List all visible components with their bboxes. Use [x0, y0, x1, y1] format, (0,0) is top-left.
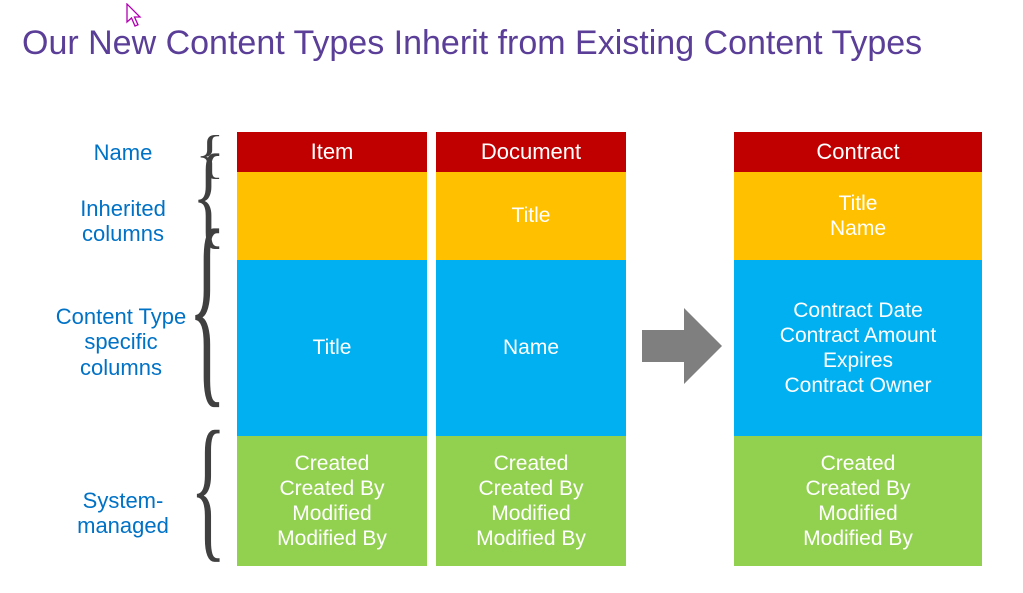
brace-icon: { [190, 408, 226, 568]
cell-text: Name [830, 216, 886, 241]
specific-cell: Contract Date Contract Amount Expires Co… [734, 260, 982, 436]
cell-text: Modified [292, 501, 371, 526]
cell-text: Modified By [803, 526, 913, 551]
system-cell: Created Created By Modified Modified By [436, 436, 626, 566]
cell-text: Created [494, 451, 569, 476]
cell-text: Contract Owner [784, 373, 931, 398]
page-title: Our New Content Types Inherit from Exist… [22, 24, 922, 63]
cell-text: Contract Date [793, 298, 923, 323]
inherited-cell: Title Name [734, 172, 982, 260]
cell-text: Modified By [476, 526, 586, 551]
row-label-text: System- [83, 488, 164, 513]
row-label-text: columns [80, 355, 162, 380]
content-type-column-contract: Contract Title Name Contract Date Contra… [734, 132, 982, 566]
cell-text: Created [821, 451, 896, 476]
cell-text: Title [839, 191, 878, 216]
cell-text: Modified By [277, 526, 387, 551]
cell-text: Title [313, 335, 352, 360]
cell-text: Document [481, 139, 581, 165]
arrow-right-icon [636, 300, 728, 392]
brace-icon: { [188, 200, 226, 416]
content-type-column-item: Item Title Created Created By Modified M… [237, 132, 427, 566]
inherited-cell: Title [436, 172, 626, 260]
name-cell: Document [436, 132, 626, 172]
row-label-text: columns [82, 221, 164, 246]
row-label-text: Inherited [80, 196, 166, 221]
name-cell: Item [237, 132, 427, 172]
cell-text: Item [311, 139, 354, 165]
cell-text: Created By [279, 476, 384, 501]
cell-text: Contract Amount [780, 323, 936, 348]
cell-text: Contract [816, 139, 899, 165]
row-label-text: Content Type [56, 304, 186, 329]
row-label-text: specific [84, 329, 157, 354]
row-label-name: Name [63, 140, 183, 165]
name-cell: Contract [734, 132, 982, 172]
specific-cell: Name [436, 260, 626, 436]
cell-text: Created [295, 451, 370, 476]
content-type-column-document: Document Title Name Created Created By M… [436, 132, 626, 566]
cell-text: Title [512, 203, 551, 228]
system-cell: Created Created By Modified Modified By [734, 436, 982, 566]
cell-text: Expires [823, 348, 893, 373]
row-label-inherited: Inherited columns [63, 196, 183, 247]
specific-cell: Title [237, 260, 427, 436]
cell-text: Modified [818, 501, 897, 526]
cell-text: Modified [491, 501, 570, 526]
system-cell: Created Created By Modified Modified By [237, 436, 427, 566]
cell-text: Name [503, 335, 559, 360]
cell-text: Created By [805, 476, 910, 501]
row-label-specific: Content Type specific columns [46, 304, 196, 380]
row-label-text: managed [77, 513, 169, 538]
cell-text: Created By [478, 476, 583, 501]
inherited-cell [237, 172, 427, 260]
row-label-system: System- managed [63, 488, 183, 539]
